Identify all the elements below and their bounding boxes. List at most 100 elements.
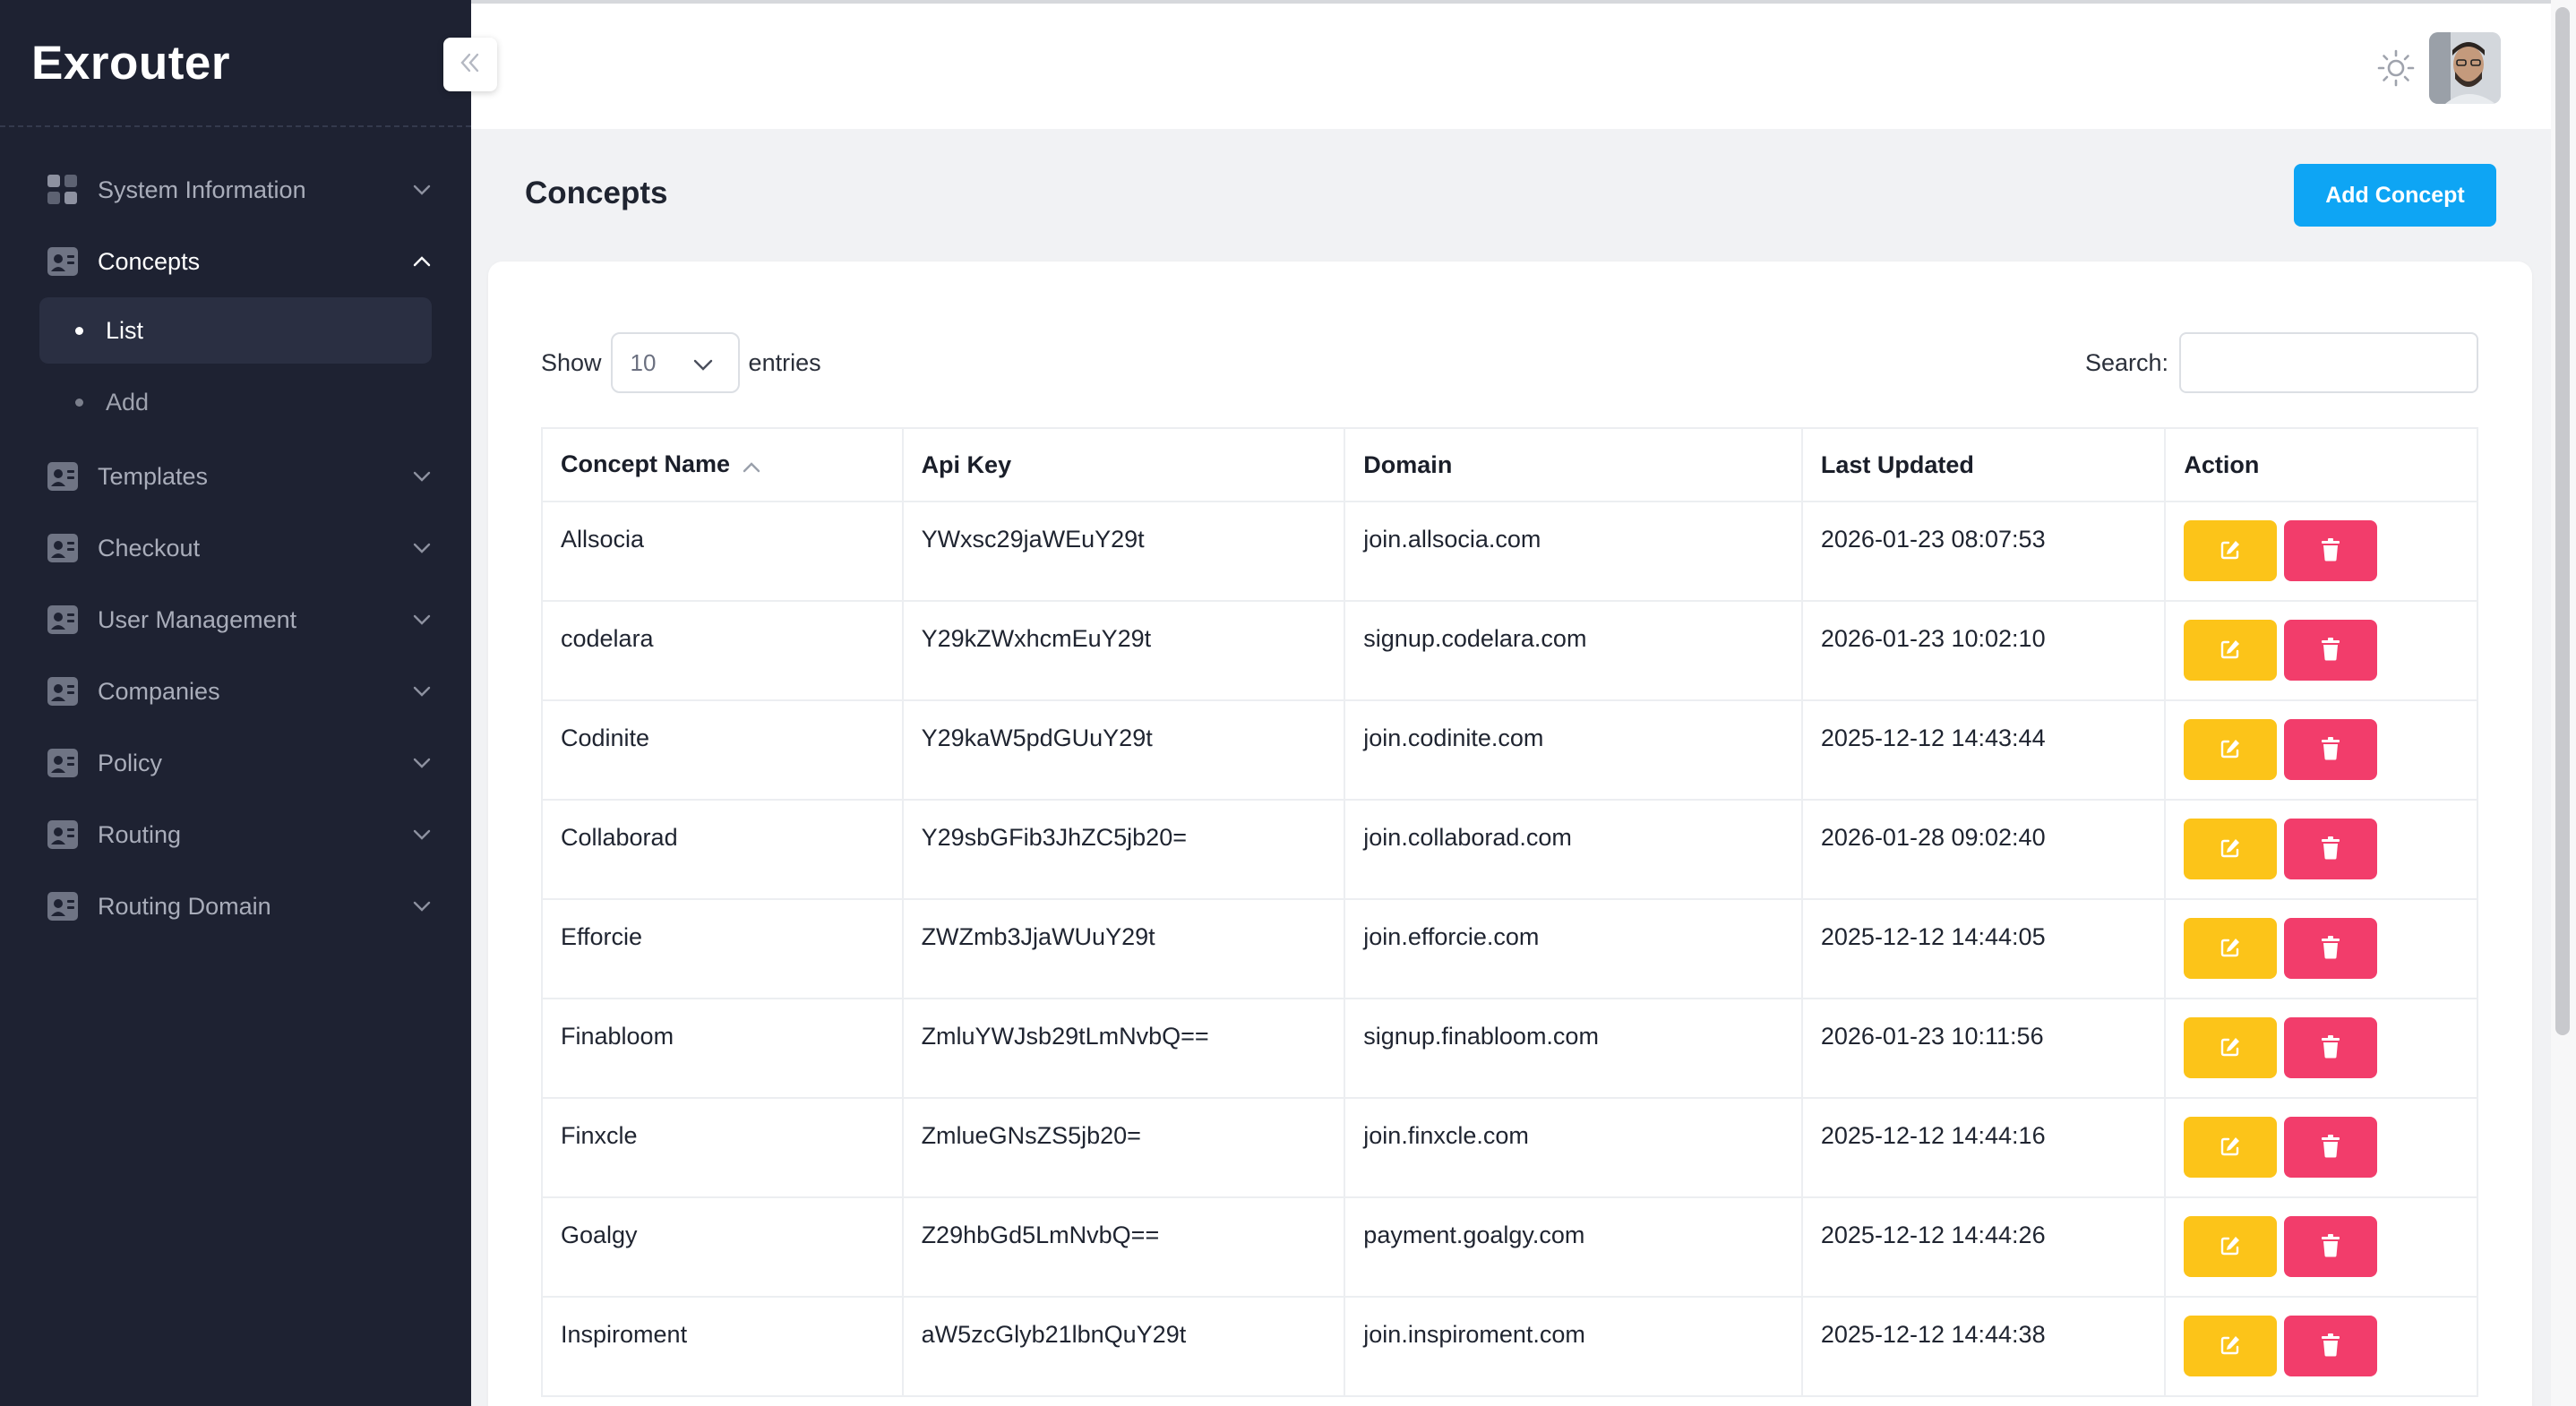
trash-icon [2321,537,2340,564]
cell-last-updated: 2025-12-12 14:43:44 [1800,699,2167,801]
table-row: Goalgy Z29hbGd5LmNvbQ== payment.goalgy.com… [541,1196,2478,1298]
sidebar-item-routing-domain[interactable]: Routing Domain [0,870,471,942]
cell-api-key: ZmluYWJsb29tLmNvbQ== [901,998,1346,1099]
edit-icon [2219,737,2242,763]
column-header-api-key[interactable]: Api Key [901,427,1346,502]
cell-concept-name: Collaborad [541,799,904,900]
page-title: Concepts [525,176,668,210]
user-avatar[interactable] [2429,32,2501,104]
column-header-concept-name[interactable]: Concept Name [541,427,904,502]
cell-domain: join.efforcie.com [1344,898,1803,999]
chevron-down-icon [412,896,432,916]
table-row: Allsocia YWxsc29jaWEuY29t join.allsocia.co… [541,501,2478,602]
entries-label: entries [748,348,821,376]
cell-action [2164,699,2478,801]
sidebar-item-label: Templates [98,462,209,490]
edit-button[interactable] [2184,520,2278,581]
table-row: codelara Y29kZWxhcmEuY29t signup.codelara.… [541,600,2478,701]
add-concept-button[interactable]: Add Concept [2294,164,2496,227]
cell-api-key: Y29sbGFib3JhZC5jb20= [901,799,1346,900]
edit-button[interactable] [2184,1316,2278,1376]
chevron-down-icon [412,610,432,630]
edit-icon [2219,1135,2242,1161]
table-row: Collaborad Y29sbGFib3JhZC5jb20= join.colla… [541,799,2478,900]
sidebar-item-system-information[interactable]: System Information [0,154,471,226]
show-label: Show [541,348,602,376]
edit-icon [2219,836,2242,862]
table-row: Inspiroment aW5zcGlyb21lbnQuY29t join.insp… [541,1296,2478,1397]
sidebar-item-templates[interactable]: Templates [0,441,471,512]
sidebar-collapse-button[interactable] [443,38,497,91]
cell-concept-name: Codinite [541,699,904,801]
chevron-down-icon [412,753,432,773]
cell-api-key: ZmlueGNsZS5jb20= [901,1097,1346,1198]
cell-domain: signup.finabloom.com [1344,998,1803,1099]
delete-button[interactable] [2284,918,2378,979]
sidebar: Exrouter System Information Concepts Lis… [0,0,471,1406]
chevron-down-icon [412,682,432,701]
trash-icon [2321,736,2340,763]
edit-button[interactable] [2184,1216,2278,1277]
cell-domain: join.codinite.com [1344,699,1803,801]
edit-button[interactable] [2184,819,2278,879]
chevron-down-icon [412,180,432,200]
cell-last-updated: 2025-12-12 14:44:05 [1800,898,2167,999]
id-card-icon [47,747,79,779]
cell-concept-name: Allsocia [541,501,904,602]
sidebar-item-label: System Information [98,176,306,203]
brand-name[interactable]: Exrouter [31,36,230,90]
cell-action [2164,1097,2478,1198]
cell-last-updated: 2026-01-23 08:07:53 [1800,501,2167,602]
column-header-last-updated[interactable]: Last Updated [1800,427,2167,502]
sidebar-item-checkout[interactable]: Checkout [0,512,471,584]
delete-button[interactable] [2284,1017,2378,1078]
page-size-select[interactable]: 10 [610,332,740,393]
page-size-value: 10 [630,348,657,376]
scrollbar-thumb[interactable] [2555,7,2570,1035]
table-row: Codinite Y29kaW5pdGUuY29t join.codinite.co… [541,699,2478,801]
edit-button[interactable] [2184,1017,2278,1078]
sidebar-subitem-add[interactable]: Add [39,369,432,435]
sidebar-item-user-management[interactable]: User Management [0,584,471,656]
concepts-table: Concept Name Api Key Domain Last Updated… [541,427,2478,1397]
delete-button[interactable] [2284,520,2378,581]
delete-button[interactable] [2284,1216,2378,1277]
edit-button[interactable] [2184,918,2278,979]
delete-button[interactable] [2284,1316,2378,1376]
trash-icon [2321,1233,2340,1260]
delete-button[interactable] [2284,1117,2378,1178]
edit-icon [2219,538,2242,564]
cell-domain: join.finxcle.com [1344,1097,1803,1198]
cell-concept-name: codelara [541,600,904,701]
cell-last-updated: 2025-12-12 14:44:16 [1800,1097,2167,1198]
double-chevron-left-icon [459,52,482,78]
delete-button[interactable] [2284,719,2378,780]
sidebar-item-concepts[interactable]: Concepts [0,226,471,297]
search-input[interactable] [2179,332,2479,393]
cell-domain: join.collaborad.com [1344,799,1803,900]
cell-concept-name: Efforcie [541,898,904,999]
sidebar-subitem-list[interactable]: List [39,297,432,364]
cell-last-updated: 2026-01-23 10:02:10 [1800,600,2167,701]
cell-action [2164,1196,2478,1298]
cell-domain: payment.goalgy.com [1344,1196,1803,1298]
chevron-up-icon [412,252,432,271]
delete-button[interactable] [2284,819,2378,879]
id-card-icon [47,675,79,707]
sidebar-item-label: Routing [98,820,182,848]
table-row: Finabloom ZmluYWJsb29tLmNvbQ== signup.fina… [541,998,2478,1099]
sidebar-item-routing[interactable]: Routing [0,799,471,870]
cell-action [2164,998,2478,1099]
chevron-down-icon [412,467,432,486]
cell-action [2164,1296,2478,1397]
delete-button[interactable] [2284,620,2378,681]
id-card-icon [47,604,79,636]
sidebar-item-policy[interactable]: Policy [0,727,471,799]
edit-button[interactable] [2184,620,2278,681]
edit-button[interactable] [2184,1117,2278,1178]
sidebar-item-label: Policy [98,749,163,776]
edit-button[interactable] [2184,719,2278,780]
sun-icon[interactable] [2374,47,2417,90]
column-header-domain[interactable]: Domain [1344,427,1803,502]
sidebar-item-companies[interactable]: Companies [0,656,471,727]
